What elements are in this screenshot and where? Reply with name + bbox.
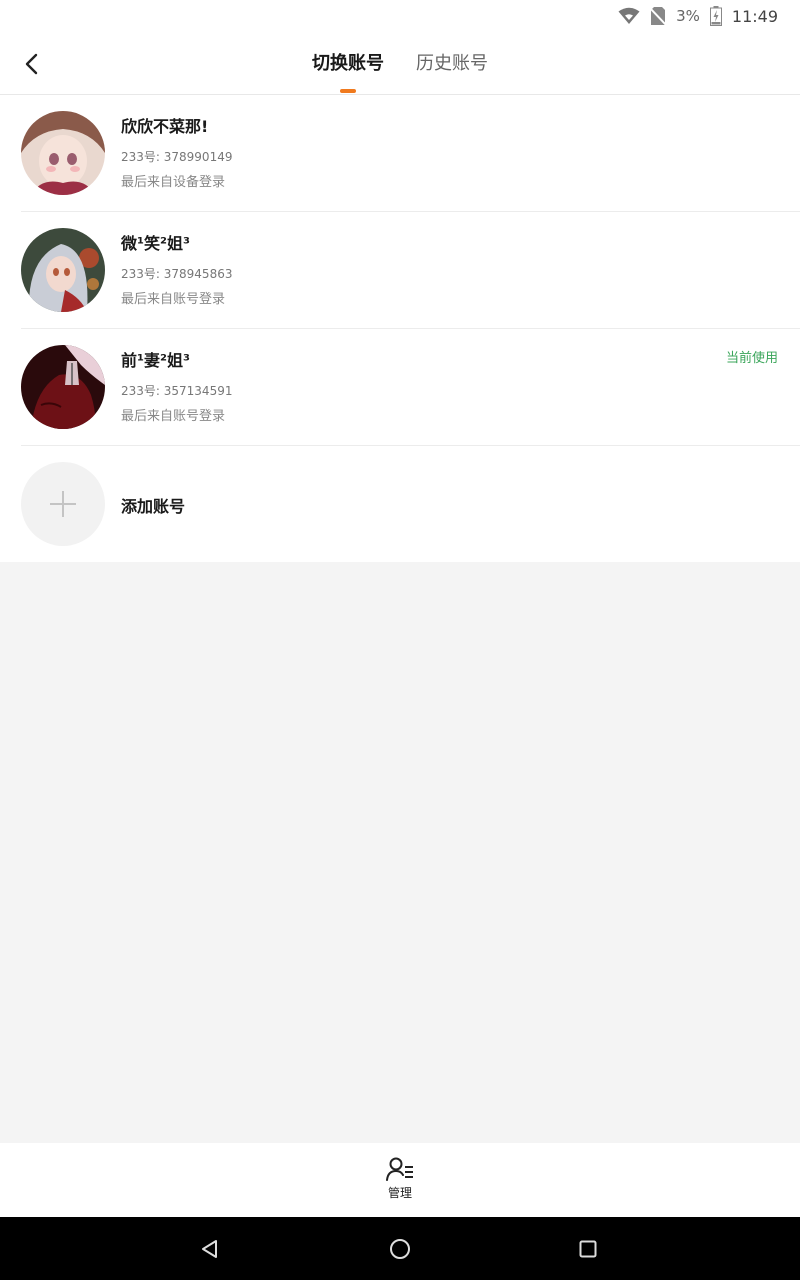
current-account-badge: 当前使用	[725, 351, 778, 366]
account-row[interactable]: 前¹妻²姐³ 233号: 357134591 最后来自账号登录 当前使用	[0, 329, 800, 446]
account-list: 欣欣不菜那! 233号: 378990149 最后来自设备登录 微¹笑²姐³ 2…	[0, 95, 800, 562]
status-icons: 3% 11:49	[618, 0, 778, 32]
avatar	[21, 228, 105, 312]
nav-back-icon	[202, 1240, 217, 1258]
nav-home-button[interactable]	[384, 1233, 416, 1265]
nav-recent-button[interactable]	[572, 1233, 604, 1265]
nav-recent-icon	[579, 1240, 597, 1258]
tab-history-account[interactable]: 历史账号	[416, 52, 488, 76]
system-nav-bar	[0, 1217, 800, 1280]
manage-button[interactable]: 管理	[372, 1157, 428, 1207]
tab-switch-account[interactable]: 切换账号	[312, 52, 384, 76]
header: 切换账号 历史账号	[0, 32, 800, 95]
login-source: 最后来自设备登录	[121, 175, 226, 190]
wifi-icon	[618, 7, 640, 24]
battery-percent: 3%	[676, 7, 700, 25]
account-name: 微¹笑²姐³	[121, 234, 191, 253]
plus-icon	[50, 491, 76, 517]
battery-charging-icon	[709, 6, 722, 26]
nav-home-icon	[390, 1239, 410, 1259]
status-bar: 3% 11:49	[0, 0, 800, 32]
add-account-row[interactable]: 添加账号	[0, 446, 800, 562]
account-name: 欣欣不菜那!	[121, 117, 209, 136]
avatar	[21, 111, 105, 195]
bottom-bar: 管理	[0, 1143, 800, 1217]
no-sim-icon	[650, 7, 667, 26]
account-uid: 233号: 378990149	[121, 150, 233, 164]
login-source: 最后来自账号登录	[121, 409, 226, 424]
user-list-icon	[386, 1157, 413, 1181]
add-account-button[interactable]	[21, 462, 105, 546]
avatar	[21, 345, 105, 429]
account-uid: 233号: 357134591	[121, 384, 233, 398]
account-row[interactable]: 微¹笑²姐³ 233号: 378945863 最后来自账号登录	[0, 212, 800, 329]
back-arrow-icon	[25, 53, 38, 75]
tab-indicator	[340, 89, 356, 93]
account-name: 前¹妻²姐³	[121, 351, 191, 370]
login-source: 最后来自账号登录	[121, 292, 226, 307]
account-row[interactable]: 欣欣不菜那! 233号: 378990149 最后来自设备登录	[0, 95, 800, 212]
nav-back-button[interactable]	[194, 1233, 226, 1265]
add-account-label: 添加账号	[121, 497, 186, 516]
manage-label: 管理	[387, 1186, 412, 1200]
account-uid: 233号: 378945863	[121, 267, 233, 281]
back-button[interactable]	[16, 48, 48, 80]
status-time: 11:49	[731, 6, 778, 26]
